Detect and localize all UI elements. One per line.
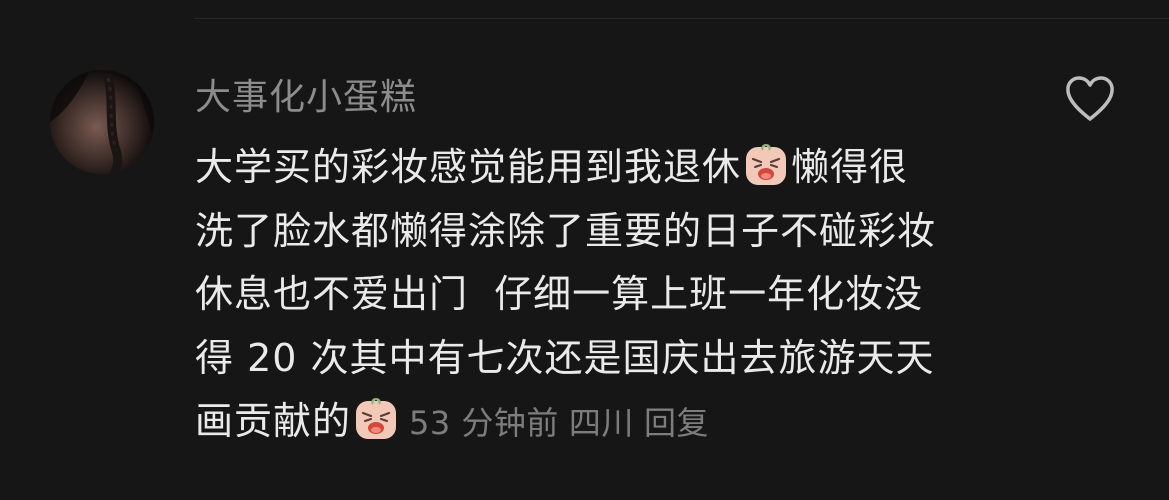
comment-text-segment: 懒得很: [791, 145, 909, 189]
comment-line-1: 大学买的彩妆感觉能用到我退休 懒得很: [195, 136, 1075, 200]
comment-line-4: 得 20 次其中有七次还是国庆出去旅游天天: [195, 335, 935, 380]
comment-text-segment: 画贡献的: [195, 399, 352, 443]
comment-line-3: 休息也不爱出门 仔细一算上班一年化妆没: [195, 272, 924, 316]
crying-face-emoji: [356, 398, 397, 439]
avatar[interactable]: [50, 70, 154, 174]
username[interactable]: 大事化小蛋糕: [195, 74, 417, 122]
comment-line-2: 洗了脸水都懒得涂除了重要的日子不碰彩妆: [195, 208, 937, 253]
like-button[interactable]: [1064, 74, 1116, 124]
reply-button[interactable]: 回复: [644, 404, 709, 442]
crying-face-emoji: [746, 144, 787, 185]
comment-body: 大学买的彩妆感觉能用到我退休 懒得很 洗了脸水都懒得涂除了重要的日子不碰彩妆 休…: [195, 136, 1075, 456]
comment-text-segment: 大学买的彩妆感觉能用到我退休: [195, 145, 742, 189]
comment-line-5: 画贡献的 53 分钟前 四川 回复: [195, 390, 1075, 456]
heart-outline-icon: [1066, 76, 1114, 121]
comment-time: 53 分钟前: [409, 404, 559, 442]
comment-item: 大事化小蛋糕 大学买的彩妆感觉能用到我退休 懒得很 洗了脸水都懒得涂除了重要的日…: [0, 0, 1169, 500]
avatar-image: [50, 70, 154, 174]
comment-meta: 53 分钟前 四川 回复: [409, 404, 719, 442]
comment-location: 四川: [568, 404, 634, 442]
